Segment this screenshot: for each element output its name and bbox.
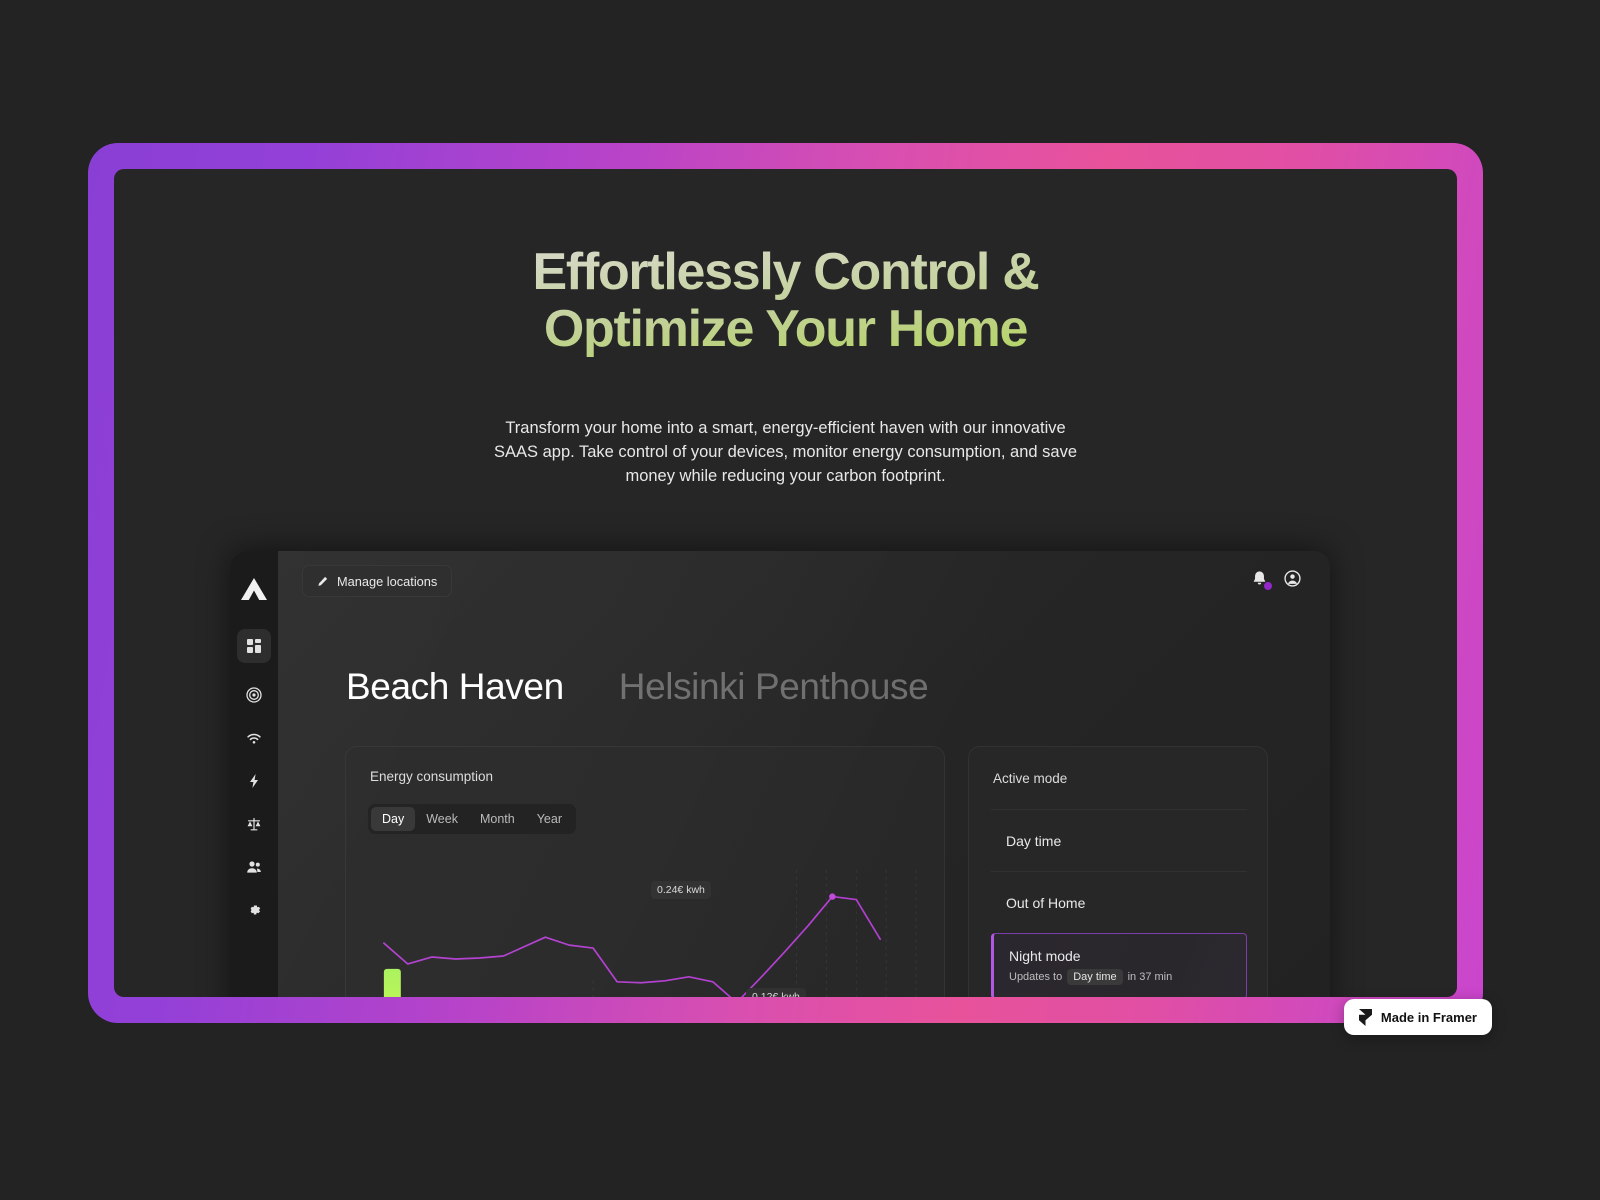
lightning-bolt-icon [250, 774, 258, 788]
range-tab-day[interactable]: Day [371, 807, 416, 831]
mode-row-day-time[interactable]: Day time [991, 809, 1247, 871]
framer-badge-label: Made in Framer [1380, 1009, 1477, 1025]
range-tab-year[interactable]: Year [526, 807, 573, 831]
headline-line-2: Optimize Your Home [543, 300, 1028, 359]
page-title: Effortlessly Control & Optimize Your Hom… [114, 244, 1457, 358]
dashboard-content: Beach Haven Helsinki Penthouse Energy co… [278, 611, 1330, 997]
mode-row-out-of-home[interactable]: Out of Home [991, 871, 1247, 933]
dashboard-topbar: Manage locations [278, 551, 1330, 611]
radar-icon [246, 687, 262, 703]
mode-sub-suffix: in 37 min [1127, 970, 1173, 983]
settings-gear-icon [250, 905, 261, 915]
energy-chart: 0.24€ kwh 0.12€ kwh [346, 852, 944, 997]
mode-update-status: Updates to Day time in 37 min [1009, 968, 1246, 985]
manage-locations-label: Manage locations [337, 573, 438, 589]
range-tab-week[interactable]: Week [415, 807, 469, 831]
users-icon [247, 861, 261, 873]
scales-balance-icon [247, 818, 261, 831]
manage-locations-button[interactable]: Manage locations [302, 565, 453, 597]
sidebar-item-energy[interactable] [237, 764, 271, 798]
chart-point-high [829, 893, 836, 900]
hero-subcopy: Transform your home into a smart, energy… [493, 419, 1078, 485]
sidebar-item-radar[interactable] [237, 678, 271, 712]
sidebar-item-wifi[interactable] [237, 721, 271, 755]
mode-name: Day time [1006, 832, 1062, 849]
active-mode-card: Active mode Day time Out of Home Night m… [968, 746, 1268, 997]
sidebar-item-settings[interactable] [237, 893, 271, 927]
framer-logo-icon [1358, 1008, 1372, 1026]
mode-name: Night mode [1009, 947, 1081, 964]
hero-gradient-frame: Effortlessly Control & Optimize Your Hom… [88, 143, 1483, 1023]
mode-row-night-mode[interactable]: Night mode Updates to Day time in 37 min [991, 933, 1247, 997]
active-mode-title: Active mode [993, 771, 1068, 786]
energy-consumption-card: Energy consumption Day Week Month Year 0… [345, 746, 945, 997]
bell-icon[interactable] [1251, 570, 1272, 590]
mode-sub-prefix: Updates to [1009, 970, 1063, 983]
pencil-icon [318, 576, 328, 586]
location-tab-inactive[interactable]: Helsinki Penthouse [619, 666, 929, 708]
mode-sub-chip: Day time [1067, 968, 1123, 985]
chart-tooltip-low: 0.12€ kwh [746, 988, 806, 997]
mode-name: Out of Home [1006, 894, 1086, 911]
sidebar-item-users[interactable] [237, 850, 271, 884]
wifi-icon [247, 733, 261, 744]
hero-inner-panel: Effortlessly Control & Optimize Your Hom… [114, 169, 1457, 997]
range-tab-month[interactable]: Month [469, 807, 526, 831]
location-tabs: Beach Haven Helsinki Penthouse [346, 666, 929, 708]
range-tab-group: Day Week Month Year [368, 804, 576, 834]
page-root: Effortlessly Control & Optimize Your Hom… [0, 0, 1600, 1200]
sidebar-item-dashboard[interactable] [237, 629, 271, 663]
dashboard-preview: Manage locations Beach Haven Helsinki Pe… [230, 551, 1330, 997]
account-circle-icon[interactable] [1284, 570, 1302, 588]
dashboard-sidebar [230, 551, 278, 997]
sidebar-item-balance[interactable] [237, 807, 271, 841]
energy-chart-svg [383, 869, 917, 997]
chart-tooltip-high: 0.24€ kwh [651, 881, 711, 899]
made-in-framer-badge[interactable]: Made in Framer [1343, 999, 1492, 1035]
dashboard-grid-icon [247, 639, 261, 653]
app-logo-icon [241, 578, 267, 600]
headline-line-1: Effortlessly Control & [532, 243, 1039, 301]
energy-card-title: Energy consumption [370, 769, 494, 784]
location-tab-active[interactable]: Beach Haven [346, 666, 564, 708]
notification-dot [1264, 582, 1272, 590]
topbar-actions [1251, 570, 1302, 590]
